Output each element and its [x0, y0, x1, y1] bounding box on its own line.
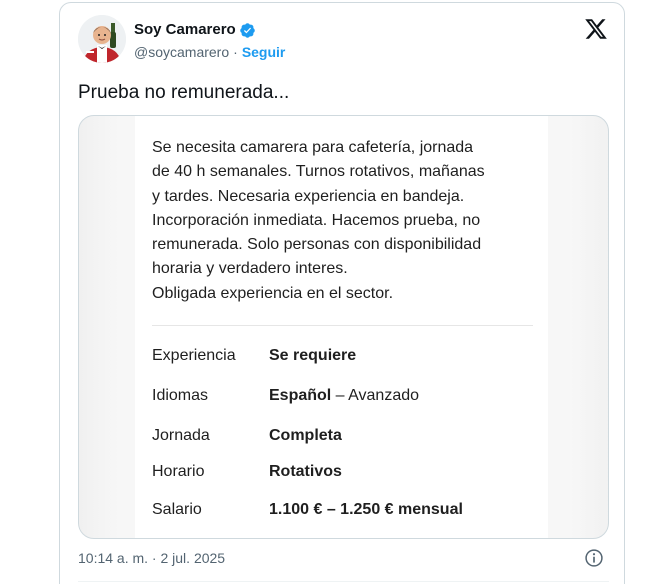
bottom-divider [78, 581, 609, 582]
author-handle[interactable]: @soycamarero [134, 43, 229, 61]
job-divider [152, 325, 533, 326]
job-description: Se necesita camarera para cafetería, jor… [152, 139, 485, 302]
detail-value: Se requiere [269, 347, 357, 364]
detail-value: Rotativos [269, 463, 342, 480]
detail-value: 1.100 € – 1.250 € mensual [269, 501, 463, 518]
waiter-avatar-image [78, 15, 126, 63]
verified-badge-icon [239, 22, 255, 38]
detail-value: Español [269, 387, 332, 404]
detail-value-extra: – Avanzado [331, 387, 420, 404]
author-meta: @soycamarero · Seguir [134, 43, 285, 61]
detail-label: Horario [152, 463, 205, 480]
x-logo-icon[interactable] [584, 17, 608, 41]
tweet-card: Soy Camarero @soycamarero · Seguir Prueb… [59, 2, 625, 584]
meta-separator: · [233, 44, 238, 60]
tweet-timestamp[interactable]: 10:14 a. m. · 2 jul. 2025 [78, 549, 225, 567]
job-post-card: Se necesita camarera para cafetería, jor… [135, 116, 548, 538]
detail-label: Jornada [152, 427, 210, 444]
tweet-text: Prueba no remunerada... [78, 82, 290, 103]
detail-value-group: Español – Avanzado [269, 385, 419, 407]
author-name-row[interactable]: Soy Camarero [134, 21, 256, 39]
detail-label: Salario [152, 501, 202, 518]
follow-button[interactable]: Seguir [242, 43, 286, 61]
info-icon[interactable] [584, 548, 604, 568]
detail-label: Idiomas [152, 387, 209, 404]
author-avatar[interactable] [78, 15, 126, 63]
author-name[interactable]: Soy Camarero [134, 21, 236, 39]
detail-value: Completa [269, 427, 342, 444]
detail-label: Experiencia [152, 347, 236, 364]
tweet-media-image[interactable]: Se necesita camarera para cafetería, jor… [78, 115, 609, 539]
